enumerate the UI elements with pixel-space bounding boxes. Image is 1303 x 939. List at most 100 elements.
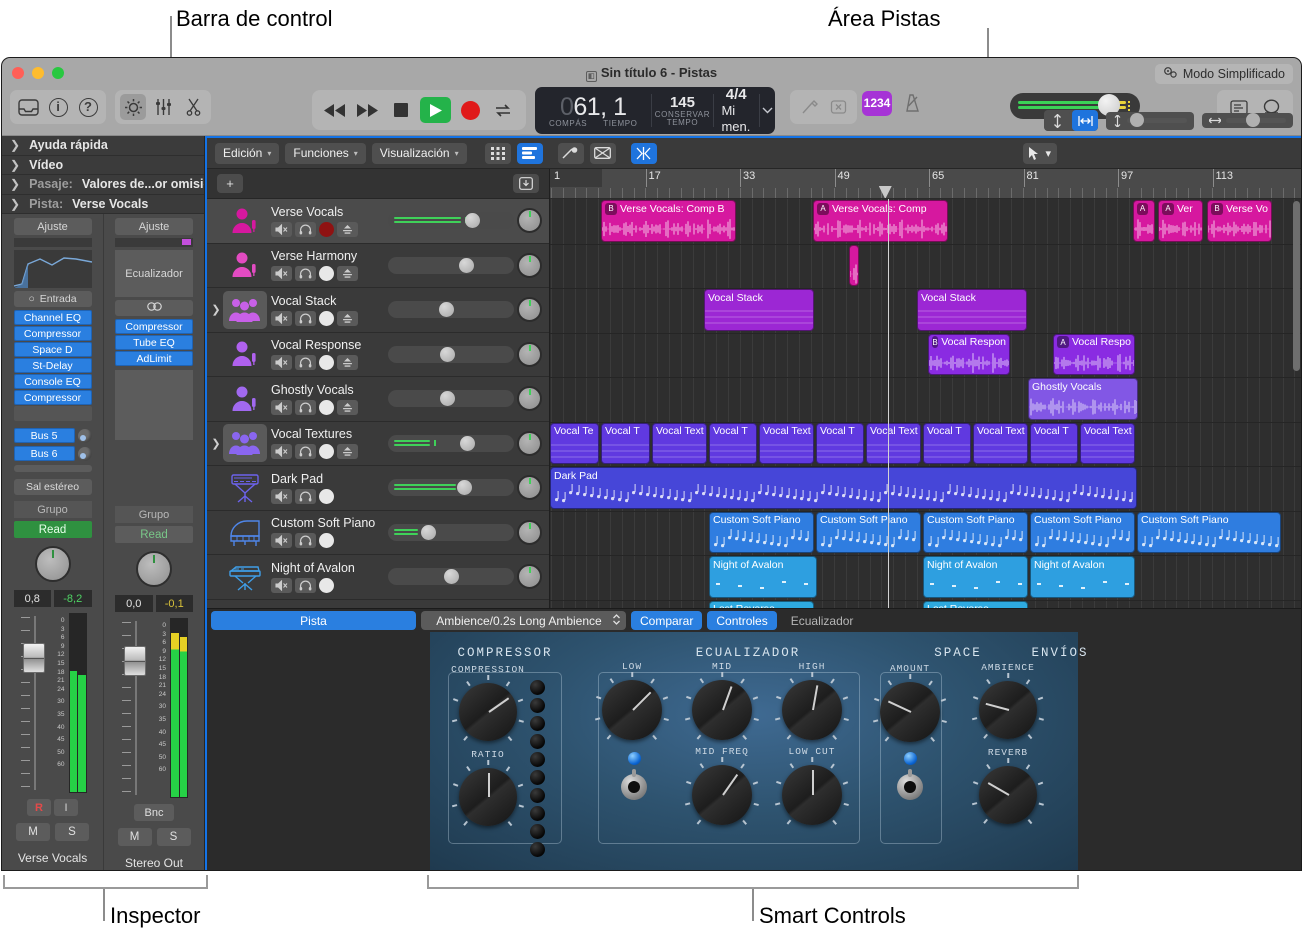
plugin-slot[interactable]: Compressor — [14, 390, 92, 405]
mute-icon[interactable] — [271, 489, 292, 504]
plugin-slot[interactable]: Tube EQ — [115, 335, 193, 350]
menu-visualizacion[interactable]: Visualización▾ — [372, 143, 467, 164]
timeline-region[interactable]: Night of Avalon — [1030, 556, 1135, 598]
mute-icon[interactable] — [271, 444, 292, 459]
mute-icon[interactable] — [271, 311, 292, 326]
timeline-region[interactable]: Dark Pad — [550, 467, 1137, 509]
timeline-region[interactable]: AVer — [1158, 200, 1203, 242]
region-take-badge[interactable]: B — [1211, 203, 1223, 215]
track-import-icon[interactable] — [513, 174, 539, 193]
record-icon[interactable] — [319, 533, 334, 548]
smart-control-knob[interactable] — [459, 768, 517, 826]
headphone-icon[interactable] — [295, 311, 316, 326]
equalizer-tab[interactable]: Ecualizador — [782, 611, 863, 630]
timeline-grid[interactable]: BVerse Vocals: Comp B AVerse Vocals: Comp… — [550, 199, 1301, 608]
solo-button[interactable]: S — [55, 823, 89, 841]
electric-piano-icon[interactable] — [223, 558, 267, 596]
timeline-region[interactable]: Custom Soft Piano — [709, 512, 814, 554]
track-volume-slider[interactable] — [388, 257, 514, 274]
volume-knob[interactable] — [465, 213, 480, 228]
flex-icon[interactable] — [558, 143, 584, 164]
volume-knob[interactable] — [440, 347, 455, 362]
inspector-row-video[interactable]: ❯ Vídeo — [2, 156, 204, 176]
track-name[interactable]: Night of Avalon — [271, 561, 388, 576]
timeline-region[interactable]: Vocal Stack — [704, 289, 814, 331]
vocal-mic-icon[interactable] — [223, 335, 267, 373]
empty-slots-area[interactable] — [115, 370, 193, 440]
track-name[interactable]: Verse Harmony — [271, 249, 388, 264]
timeline-region[interactable]: Vocal Text — [973, 423, 1028, 465]
mute-x-icon[interactable] — [825, 94, 851, 120]
record-icon[interactable] — [319, 444, 334, 459]
fade-icon[interactable] — [590, 143, 616, 164]
bounce-button[interactable]: Bnc — [134, 804, 174, 821]
setting-button[interactable]: Ajuste — [14, 218, 92, 235]
plugin-slot[interactable]: St-Delay — [14, 358, 92, 373]
record-icon[interactable] — [319, 489, 334, 504]
timeline-region[interactable]: Vocal Text — [866, 423, 921, 465]
timeline-region[interactable]: Custom Soft Piano — [923, 512, 1028, 554]
track-name[interactable]: Ghostly Vocals — [271, 383, 388, 398]
volume-knob[interactable] — [440, 391, 455, 406]
preset-popup[interactable]: Ambience/0.2s Long Ambience — [421, 611, 626, 630]
toggle-switch[interactable] — [897, 774, 923, 800]
record-icon[interactable] — [319, 222, 334, 237]
track-header[interactable]: Custom Soft Piano — [207, 511, 549, 556]
volume-knob[interactable] — [459, 258, 474, 273]
snap-scissor-icon[interactable] — [631, 143, 657, 164]
timeline-region[interactable]: Vocal T — [709, 423, 757, 465]
track-header[interactable]: Dark Pad — [207, 466, 549, 511]
cycle-icon[interactable] — [489, 96, 517, 124]
group-stack-icon[interactable] — [223, 424, 267, 462]
track-name[interactable]: Verse Vocals — [271, 205, 388, 220]
plugin-slot[interactable]: Compressor — [115, 319, 193, 334]
region-take-badge[interactable]: B — [932, 336, 938, 348]
library-icon[interactable] — [15, 94, 41, 120]
volume-knob[interactable] — [444, 569, 459, 584]
record-icon[interactable] — [319, 355, 334, 370]
pan-knob[interactable] — [136, 551, 172, 587]
send-knob[interactable] — [78, 447, 92, 461]
track-name[interactable]: Vocal Response — [271, 338, 388, 353]
input-monitor-icon[interactable] — [337, 355, 358, 370]
timeline-region[interactable]: Vocal Text — [1080, 423, 1135, 465]
input-monitor-icon[interactable] — [337, 311, 358, 326]
input-monitor-icon[interactable] — [337, 266, 358, 281]
timeline-region[interactable]: Vocal Te — [550, 423, 599, 465]
record-icon[interactable] — [456, 96, 484, 124]
timeline-region[interactable]: Custom Soft Piano — [816, 512, 921, 554]
timeline-region[interactable]: Lost Reverse — [709, 601, 814, 609]
group-button[interactable]: Grupo — [14, 501, 92, 518]
timeline-region[interactable]: A — [1133, 200, 1155, 242]
record-icon[interactable] — [319, 266, 334, 281]
track-volume-slider[interactable] — [388, 568, 514, 585]
eq-label-box[interactable]: Ecualizador — [115, 250, 193, 297]
tuner-icon[interactable] — [796, 94, 822, 120]
forward-icon[interactable] — [354, 96, 382, 124]
track-volume-slider[interactable] — [388, 390, 514, 407]
menu-funciones[interactable]: Funciones▾ — [285, 143, 365, 164]
track-volume-slider[interactable] — [388, 346, 514, 363]
vocal-mic-icon[interactable] — [223, 202, 267, 240]
smart-control-knob[interactable] — [979, 766, 1037, 824]
track-pan-knob[interactable] — [517, 297, 542, 322]
track-header[interactable]: Vocal Response — [207, 333, 549, 378]
volume-fader[interactable] — [120, 618, 150, 798]
headphone-icon[interactable] — [295, 578, 316, 593]
timeline-ruler[interactable]: 1173349658197113 — [550, 169, 1301, 199]
lcd-position[interactable]: 061, 1 COMPÁS TIEMPO — [535, 87, 651, 134]
smart-control-knob[interactable] — [880, 682, 940, 742]
timeline-region[interactable]: BVocal Respon — [928, 334, 1010, 376]
info-icon[interactable]: i — [45, 94, 71, 120]
track-header[interactable]: Verse Harmony — [207, 244, 549, 289]
pointer-tool-selector[interactable]: ▾ — [1023, 143, 1057, 164]
inspector-row-quick-help[interactable]: ❯ Ayuda rápida — [2, 136, 204, 156]
volume-knob[interactable] — [457, 480, 472, 495]
input-button[interactable]: ○ Entrada — [14, 291, 92, 307]
track-pan-knob[interactable] — [517, 431, 542, 456]
timeline-region[interactable]: BVerse Vocals: Comp B — [601, 200, 736, 242]
timeline-region[interactable]: AVerse Vocals: Comp — [813, 200, 948, 242]
region-take-badge[interactable]: A — [817, 203, 829, 215]
volume-knob[interactable] — [439, 302, 454, 317]
grand-piano-icon[interactable] — [223, 513, 267, 551]
